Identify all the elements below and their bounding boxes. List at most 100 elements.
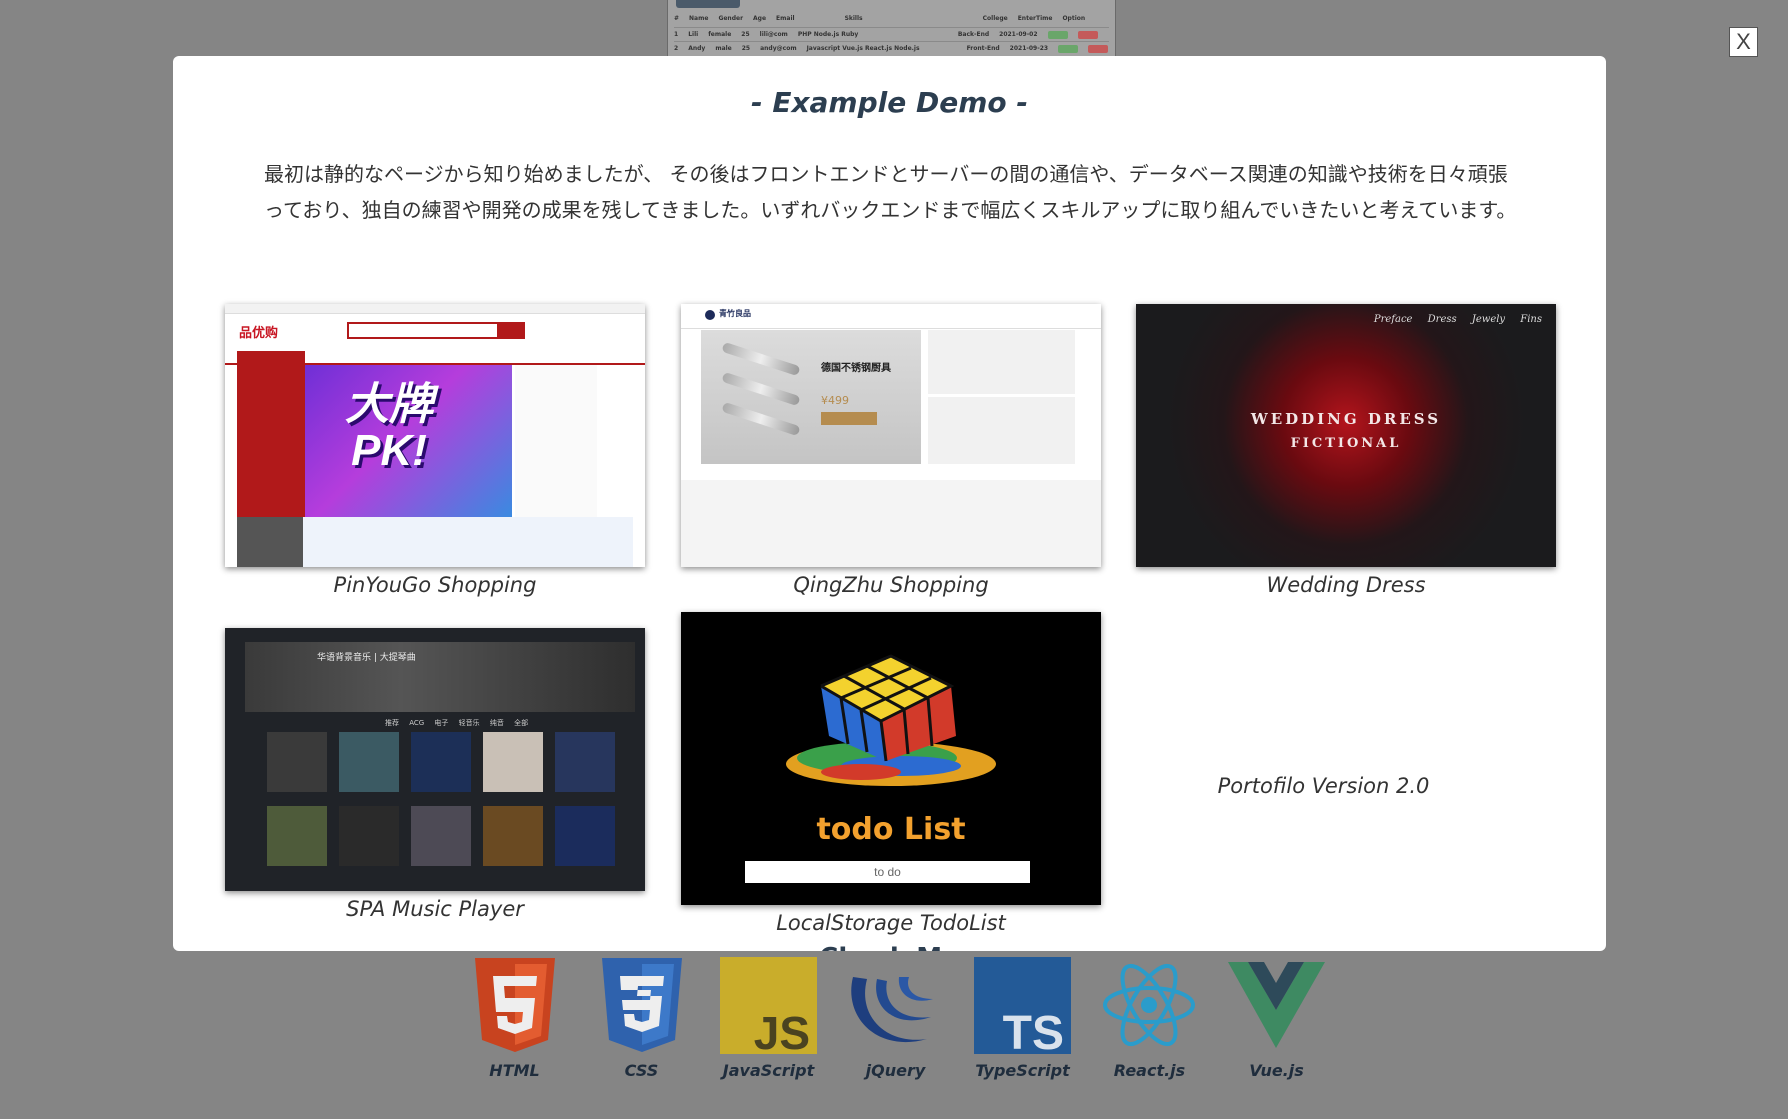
table-cell: 1	[674, 31, 679, 38]
table-cell: 25	[741, 45, 751, 52]
table-header-row: # Name Gender Age Email Skills College E…	[674, 12, 1109, 25]
tech-html: HTML	[466, 955, 563, 1085]
demo-thumbnail[interactable]: 华语背景音乐 | 大提琴曲 推荐 ACG 电子 轻音乐 纯音 全部	[225, 628, 645, 891]
thumb-price: ¥499	[821, 394, 849, 407]
section-heading-cut-off: Check Me	[173, 943, 1606, 951]
tech-css: CSS	[593, 955, 690, 1085]
table-cell: lili@com	[759, 31, 788, 38]
table-cell: Front-End	[966, 45, 1000, 52]
thumb-todo-input: to do	[745, 861, 1030, 883]
tech-label: jQuery	[865, 1061, 926, 1080]
table-cell: PHP Node.js Ruby	[797, 31, 859, 38]
table-row: 2 Andy male 25 andy@com Javascript Vue.j…	[674, 41, 1109, 55]
thumb-todo-title: todo List	[816, 812, 966, 847]
demo-card-wedding[interactable]: Preface Dress Jewely Fins WEDDING DRESS …	[1136, 304, 1556, 597]
album-tile	[555, 732, 615, 792]
thumb-logo-text: 品优购	[239, 326, 279, 341]
thumb-playlist-title: 华语背景音乐 | 大提琴曲	[317, 653, 416, 663]
album-tile	[339, 806, 399, 866]
album-tile	[267, 806, 327, 866]
demo-thumbnail[interactable]: Preface Dress Jewely Fins WEDDING DRESS …	[1136, 304, 1556, 567]
table-header: Skills	[844, 15, 863, 22]
tech-typescript: TS TypeScript	[974, 955, 1071, 1085]
thumb-banner-text: 大牌 PK!	[345, 380, 433, 475]
album-tile	[411, 806, 471, 866]
demo-thumbnail[interactable]: 品优购 大牌 PK!	[225, 304, 645, 567]
album-tile	[555, 806, 615, 866]
javascript-icon: JS	[720, 955, 817, 1055]
table-cell: female	[708, 31, 732, 38]
table-header: Option	[1062, 15, 1086, 22]
tech-stack: HTML CSS JS JavaScript jQuery TS TypeScr…	[466, 955, 1336, 1085]
table-cell: Back-End	[957, 31, 990, 38]
vue-icon	[1228, 955, 1325, 1055]
tech-jquery: jQuery	[847, 955, 944, 1085]
demo-caption: PinYouGo Shopping	[333, 573, 537, 597]
table-cell: Andy	[688, 45, 706, 52]
svg-text:JS: JS	[754, 1007, 810, 1054]
album-tile	[483, 806, 543, 866]
thumb-footer	[681, 480, 1101, 567]
demo-thumbnail[interactable]: todo List to do	[681, 612, 1101, 905]
table-header: Email	[776, 15, 795, 22]
album-tile	[267, 732, 327, 792]
rubiks-cube-image	[786, 654, 996, 786]
thumb-menu: Preface Dress Jewely Fins	[1373, 314, 1542, 325]
thumb-search	[347, 322, 501, 339]
thumb-category-menu	[237, 351, 305, 517]
modal-title: - Example Demo -	[750, 86, 1029, 119]
tech-label: JavaScript	[722, 1061, 815, 1080]
tech-label: HTML	[489, 1061, 540, 1080]
thumb-product-box	[928, 397, 1075, 464]
thumb-side-panel	[515, 365, 597, 517]
close-button[interactable]: X	[1729, 27, 1758, 57]
tech-label: TypeScript	[975, 1061, 1070, 1080]
typescript-icon: TS	[974, 955, 1071, 1055]
table-cell: male	[715, 45, 732, 52]
react-icon	[1101, 955, 1198, 1055]
demo-caption: Wedding Dress	[1266, 573, 1426, 597]
tech-react: React.js	[1101, 955, 1198, 1085]
tech-label: CSS	[624, 1061, 659, 1080]
table-tab	[676, 0, 740, 8]
table-header: #	[674, 15, 680, 22]
table-header: College	[982, 15, 1008, 22]
thumb-hero	[245, 642, 635, 712]
thumb-subtitle: FICTIONAL	[1290, 436, 1402, 451]
background-table: # Name Gender Age Email Skills College E…	[667, 0, 1116, 57]
demo-thumbnail[interactable]: 青竹良品 德国不锈钢厨具 ¥499	[681, 304, 1101, 567]
table-cell: 2	[674, 45, 679, 52]
table-cell: Lili	[688, 31, 699, 38]
delete-button[interactable]	[1077, 30, 1098, 39]
delete-button[interactable]	[1088, 44, 1109, 53]
album-tile	[411, 732, 471, 792]
html5-icon	[466, 955, 563, 1055]
table-cell: 2021-09-23	[1009, 45, 1049, 52]
table-cell: Javascript Vue.js React.js Node.js	[806, 45, 920, 52]
demo-card-qingzhu[interactable]: 青竹良品 德国不锈钢厨具 ¥499 QingZhu Shopping	[681, 304, 1101, 597]
css3-icon	[593, 955, 690, 1055]
table-header: Gender	[718, 15, 744, 22]
demo-card-todolist[interactable]: todo List to do LocalStorage TodoList	[681, 612, 1101, 935]
thumb-search-button	[497, 322, 525, 339]
update-button[interactable]	[1058, 44, 1079, 53]
demo-caption: QingZhu Shopping	[793, 573, 989, 597]
demo-card-music-player[interactable]: 华语背景音乐 | 大提琴曲 推荐 ACG 电子 轻音乐 纯音 全部 SPA Mu…	[225, 628, 645, 921]
clock-icon	[237, 517, 303, 567]
svg-text:TS: TS	[1003, 1007, 1064, 1054]
update-button[interactable]	[1047, 30, 1068, 39]
tech-vue: Vue.js	[1228, 955, 1325, 1085]
demo-card-pinyougo[interactable]: 品优购 大牌 PK! PinYouGo Shopping	[225, 304, 645, 597]
table-header: Name	[689, 15, 709, 22]
thumb-product-box	[928, 330, 1075, 394]
album-tile	[483, 732, 543, 792]
table-row: 1 Lili female 25 lili@com PHP Node.js Ru…	[674, 27, 1109, 41]
demo-caption: SPA Music Player	[346, 897, 524, 921]
tech-label: React.js	[1113, 1061, 1186, 1080]
demo-caption: LocalStorage TodoList	[776, 911, 1006, 935]
table-cell: 2021-09-02	[999, 31, 1038, 38]
thumb-buy-button	[821, 412, 877, 425]
table-header: EnterTime	[1017, 15, 1053, 22]
tech-label: Vue.js	[1249, 1061, 1304, 1080]
thumb-title: WEDDING DRESS	[1250, 410, 1442, 428]
